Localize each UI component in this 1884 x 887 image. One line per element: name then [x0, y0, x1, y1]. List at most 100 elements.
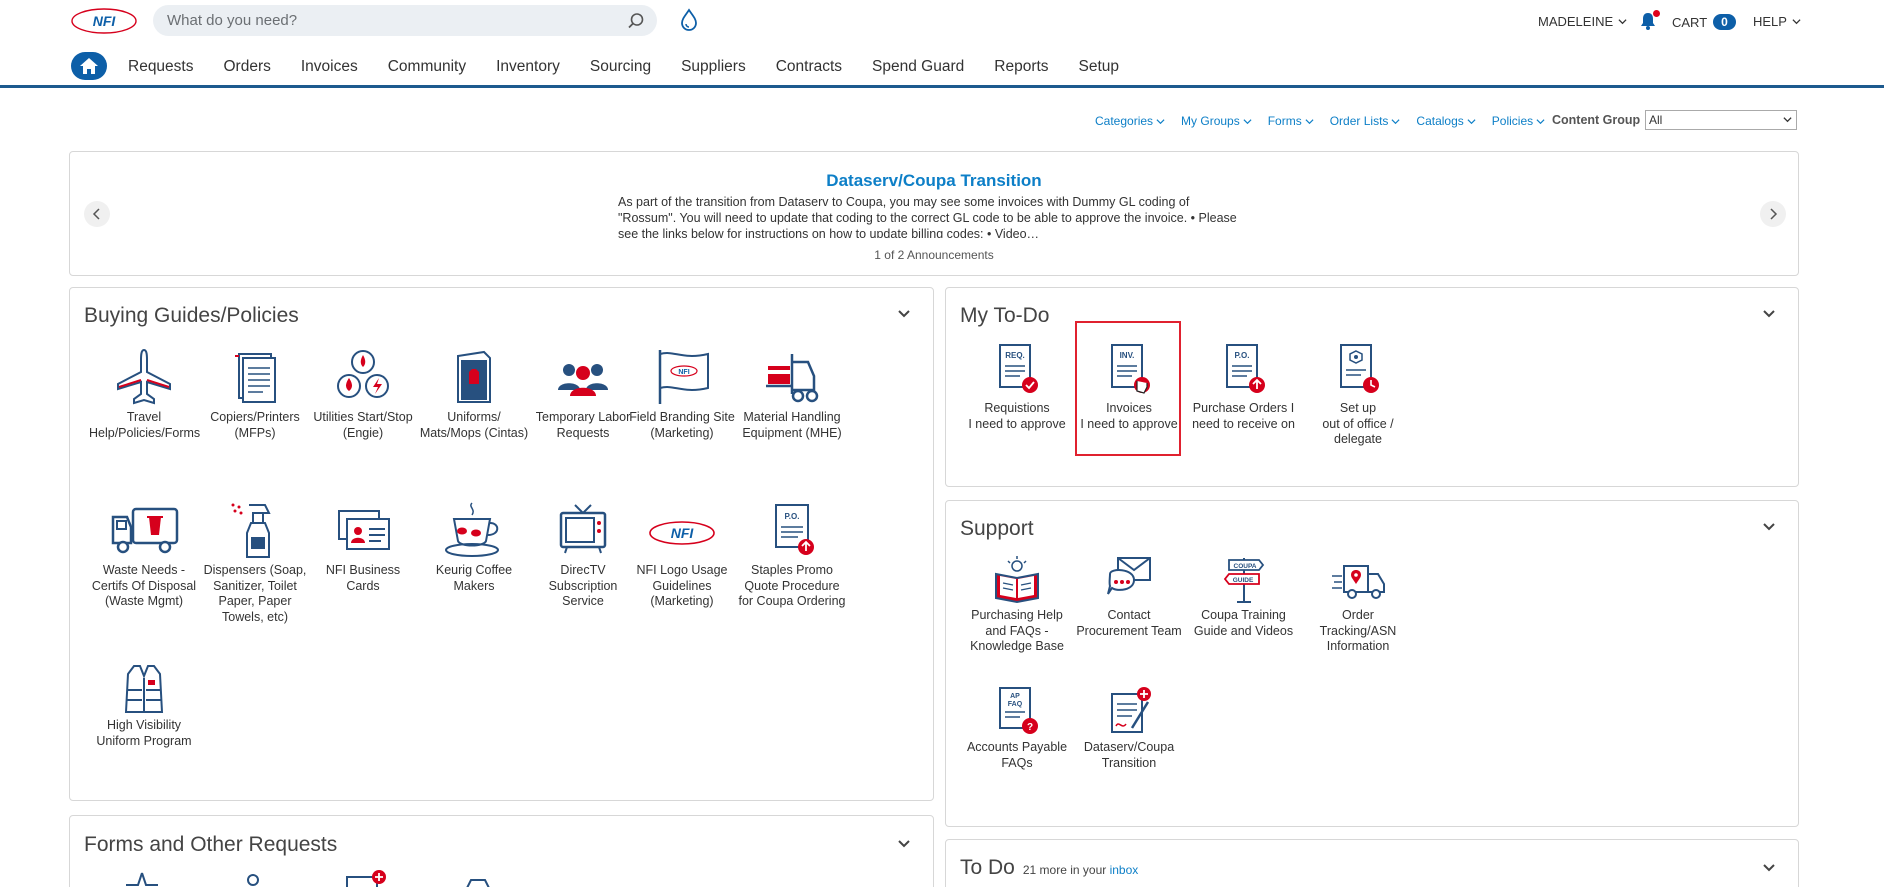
- search-icon[interactable]: [627, 12, 645, 30]
- nav-community[interactable]: Community: [388, 58, 466, 76]
- tile-directv[interactable]: DirecTV Subscription Service: [528, 501, 638, 610]
- filter-catalogs[interactable]: Catalogs: [1416, 114, 1476, 128]
- collapse-toggle-icon[interactable]: [896, 836, 912, 852]
- tile-label-1: Requistions: [984, 401, 1050, 415]
- tile-label: Temporary Labor Requests: [535, 410, 631, 440]
- help-menu[interactable]: HELP: [1753, 14, 1801, 29]
- collapse-toggle-icon[interactable]: [896, 306, 912, 322]
- chevron-down-icon: [1618, 19, 1627, 25]
- collapse-toggle-icon[interactable]: [1761, 306, 1777, 322]
- purchase-order-receive-icon: P.O.: [1225, 344, 1265, 393]
- support-coupa-training[interactable]: COUPA GUIDE Coupa Training Guide and Vid…: [1186, 556, 1301, 639]
- nav-contracts[interactable]: Contracts: [776, 58, 842, 76]
- collapse-toggle-icon[interactable]: [1761, 519, 1777, 535]
- panel-title: Buying Guides/Policies: [84, 304, 299, 327]
- tile-field-branding[interactable]: NFI Field Branding Site (Marketing): [627, 348, 737, 441]
- nav-invoices[interactable]: Invoices: [301, 58, 358, 76]
- inbox-link[interactable]: inbox: [1110, 863, 1139, 877]
- tile-label: Field Branding Site (Marketing): [629, 410, 735, 440]
- support-order-tracking[interactable]: Order Tracking/ASN Information: [1303, 556, 1413, 655]
- tile-nfi-logo-guidelines[interactable]: NFI NFI Logo Usage Guidelines (Marketing…: [627, 501, 737, 610]
- tile-label: NFI Business Cards: [325, 563, 401, 593]
- todo-purchase-orders[interactable]: P.O. Purchase Orders I need to receive o…: [1186, 343, 1301, 432]
- announcement-counter: 1 of 2 Announcements: [874, 248, 994, 262]
- selection-highlight: [1075, 321, 1181, 456]
- requisition-approve-icon: REQ.: [999, 344, 1038, 393]
- nav-inventory[interactable]: Inventory: [496, 58, 560, 76]
- nfi-logo-icon: NFI: [649, 521, 715, 545]
- tile-uniforms[interactable]: Uniforms/ Mats/Mops (Cintas): [419, 348, 529, 441]
- tile-label-1: Set up: [1339, 401, 1377, 415]
- tile-temporary-labor[interactable]: Temporary Labor Requests: [528, 348, 638, 441]
- tile-label: Material Handling Equipment (MHE): [742, 410, 842, 440]
- nav-orders[interactable]: Orders: [223, 58, 270, 76]
- filter-categories[interactable]: Categories: [1095, 114, 1165, 128]
- tile-label: DirecTV Subscription Service: [548, 563, 618, 608]
- nav-setup[interactable]: Setup: [1079, 58, 1120, 76]
- tile-waste-needs[interactable]: Waste Needs - Certifs Of Disposal (Waste…: [89, 501, 199, 610]
- chevron-down-icon: [1792, 19, 1801, 25]
- chevron-down-icon: [1391, 118, 1400, 124]
- panel-title: Support: [960, 517, 1034, 540]
- delivery-truck-pin-icon: [1332, 565, 1385, 599]
- forms-panel: Forms and Other Requests: [69, 815, 934, 887]
- open-book-lightbulb-icon: [995, 556, 1039, 604]
- svg-text:GUIDE: GUIDE: [1232, 577, 1253, 584]
- nav-spend-guard[interactable]: Spend Guard: [872, 58, 964, 76]
- user-menu[interactable]: MADELEINE: [1538, 14, 1627, 29]
- panel-title: To Do: [960, 856, 1015, 879]
- panel-title: My To-Do: [960, 304, 1050, 327]
- tile-label: Order Tracking/ASN Information: [1319, 608, 1397, 653]
- carousel-next-button[interactable]: [1760, 201, 1786, 227]
- tile-label: High Visibility Uniform Program: [96, 718, 192, 748]
- carousel-prev-button[interactable]: [84, 201, 110, 227]
- todo-requisitions[interactable]: REQ. Requistions I need to approve: [962, 343, 1072, 432]
- nav-reports[interactable]: Reports: [994, 58, 1048, 76]
- document-signature-icon: [1111, 687, 1151, 733]
- filter-my-groups[interactable]: My Groups: [1181, 114, 1252, 128]
- chevron-down-icon: [1243, 118, 1252, 124]
- my-todo-panel: My To-Do REQ. Requistions I need to appr…: [945, 287, 1799, 487]
- nav-requests[interactable]: Requests: [128, 58, 193, 76]
- chevron-down-icon: [1467, 118, 1476, 124]
- waste-truck-icon: [111, 507, 179, 554]
- support-ap-faqs[interactable]: AP FAQ ? Accounts Payable FAQs: [962, 686, 1072, 771]
- tile-copiers[interactable]: Copiers/Printers (MFPs): [200, 348, 310, 441]
- chevron-down-icon: [1536, 118, 1545, 124]
- todo-out-of-office[interactable]: Set up out of office / delegate: [1303, 343, 1413, 448]
- svg-text:NFI: NFI: [678, 369, 689, 376]
- support-dataserv-transition[interactable]: Dataserv/Coupa Transition: [1074, 686, 1184, 771]
- search-input[interactable]: [167, 5, 617, 36]
- announcement-title[interactable]: Dataserv/Coupa Transition: [70, 171, 1798, 191]
- support-panel: Support Purchasing Help and FAQs - Knowl…: [945, 500, 1799, 827]
- support-contact-procurement[interactable]: Contact Procurement Team: [1074, 556, 1184, 639]
- home-button[interactable]: [71, 52, 107, 80]
- tile-dispensers[interactable]: Dispensers (Soap, Sanitizer, Toilet Pape…: [200, 501, 310, 625]
- content-group-select[interactable]: All: [1645, 110, 1797, 130]
- notifications-bell-icon[interactable]: [1639, 10, 1660, 31]
- user-name: MADELEINE: [1538, 14, 1614, 29]
- tile-label: Coupa Training Guide and Videos: [1193, 608, 1294, 638]
- svg-text:FAQ: FAQ: [1008, 701, 1023, 708]
- tile-high-visibility[interactable]: High Visibility Uniform Program: [89, 664, 199, 749]
- filter-policies[interactable]: Policies: [1492, 114, 1545, 128]
- tile-utilities[interactable]: Utilities Start/Stop (Engie): [308, 348, 418, 441]
- nav-sourcing[interactable]: Sourcing: [590, 58, 651, 76]
- people-group-icon: [558, 364, 608, 396]
- cart-count-badge: 0: [1713, 14, 1736, 30]
- tile-keurig[interactable]: Keurig Coffee Makers: [419, 501, 529, 594]
- support-purchasing-help[interactable]: Purchasing Help and FAQs - Knowledge Bas…: [962, 556, 1072, 655]
- svg-text:NFI: NFI: [671, 525, 695, 541]
- cart-button[interactable]: CART 0: [1672, 14, 1736, 30]
- tile-staples-promo[interactable]: P.O. Staples Promo Quote Procedure for C…: [737, 501, 847, 610]
- nav-suppliers[interactable]: Suppliers: [681, 58, 746, 76]
- filter-order-lists[interactable]: Order Lists: [1330, 114, 1401, 128]
- filter-forms[interactable]: Forms: [1268, 114, 1314, 128]
- water-drop-icon[interactable]: [678, 8, 700, 32]
- nfi-logo[interactable]: NFI: [70, 6, 138, 36]
- collapse-toggle-icon[interactable]: [1761, 860, 1777, 876]
- tile-travel[interactable]: Travel Help/Policies/Forms: [89, 348, 200, 441]
- tile-business-cards[interactable]: NFI Business Cards: [308, 501, 418, 594]
- tile-material-handling[interactable]: Material Handling Equipment (MHE): [737, 348, 847, 441]
- tile-label: Purchasing Help and FAQs - Knowledge Bas…: [970, 608, 1064, 653]
